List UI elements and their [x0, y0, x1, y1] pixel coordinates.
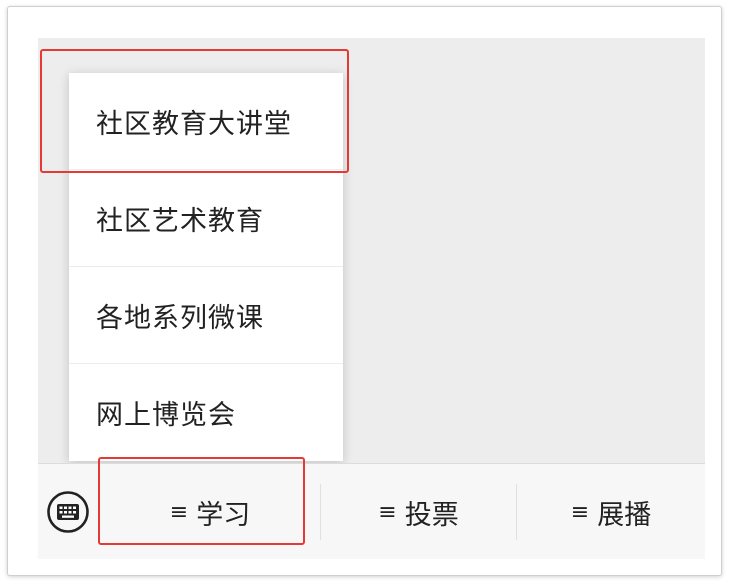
keyboard-toggle-button[interactable]: [46, 490, 90, 534]
keyboard-icon: [47, 491, 89, 533]
chat-screen: 社区教育大讲堂 社区艺术教育 各地系列微课 网上博览会 ≡ 学习 ≡ 投票 ≡ …: [38, 38, 705, 559]
menu-item-community-art[interactable]: 社区艺术教育: [69, 170, 343, 267]
menu-item-online-expo[interactable]: 网上博览会: [69, 364, 343, 461]
menu-item-label: 社区教育大讲堂: [96, 108, 292, 140]
bottom-menu-bar: ≡ 学习 ≡ 投票 ≡ 展播: [38, 463, 705, 559]
tab-study[interactable]: ≡ 学习: [100, 464, 320, 559]
menu-lines-icon: ≡: [570, 499, 590, 525]
tab-label: 学习: [196, 499, 251, 531]
tab-label: 展播: [597, 499, 652, 531]
tab-showcase[interactable]: ≡ 展播: [517, 464, 705, 559]
menu-item-community-lecture[interactable]: 社区教育大讲堂: [69, 73, 343, 170]
menu-item-label: 网上博览会: [96, 400, 236, 431]
menu-item-micro-courses[interactable]: 各地系列微课: [69, 267, 343, 364]
menu-lines-icon: ≡: [169, 499, 189, 525]
submenu-popup: 社区教育大讲堂 社区艺术教育 各地系列微课 网上博览会: [69, 73, 343, 461]
tab-label: 投票: [404, 499, 459, 531]
screenshot-frame: 社区教育大讲堂 社区艺术教育 各地系列微课 网上博览会 ≡ 学习 ≡ 投票 ≡ …: [7, 6, 722, 576]
tab-vote[interactable]: ≡ 投票: [321, 464, 516, 559]
menu-item-label: 社区艺术教育: [96, 205, 264, 237]
menu-lines-icon: ≡: [378, 499, 397, 525]
menu-item-label: 各地系列微课: [96, 302, 264, 334]
